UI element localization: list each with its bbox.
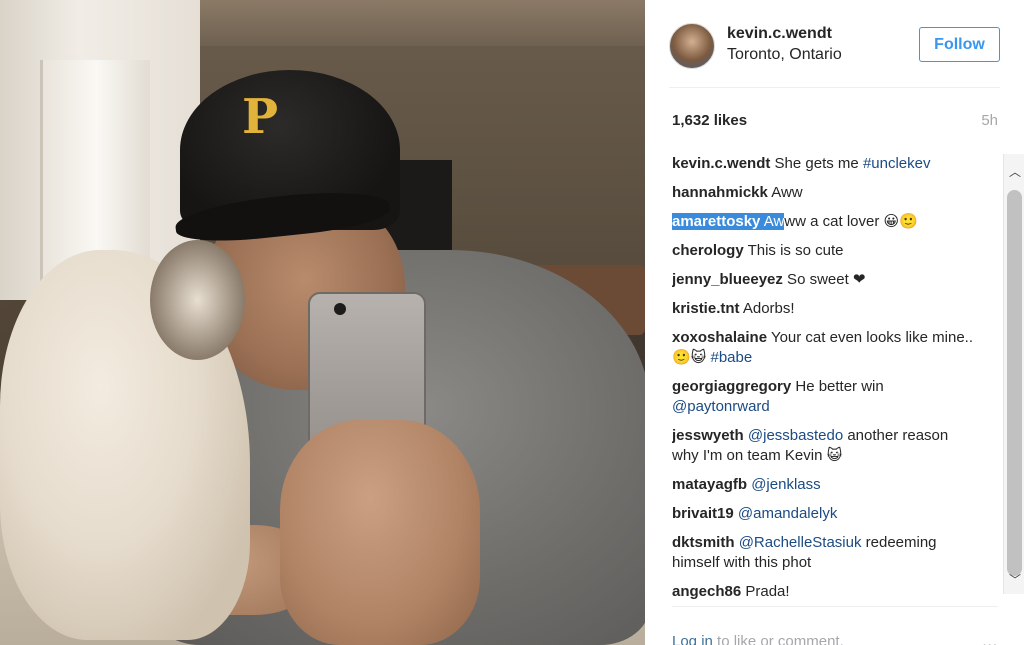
comment-item: angech86 Prada! (672, 582, 978, 602)
follow-button[interactable]: Follow (919, 27, 1000, 62)
hashtag-link[interactable]: #babe (710, 349, 752, 366)
comment-item: kristie.tnt Adorbs! (672, 299, 978, 319)
post-stats: 1,632 likes 5h (672, 112, 998, 134)
comment-scrollbar[interactable]: ︿ ﹀ (1003, 154, 1024, 594)
photo-ceiling-trim (140, 0, 645, 46)
comment-username[interactable]: cherology (672, 242, 744, 259)
photo-cat-head (150, 240, 245, 360)
login-prompt: Log in to like or comment. (672, 633, 844, 645)
comment-text: He better win (791, 378, 884, 395)
hashtag-link[interactable]: #unclekev (863, 155, 931, 172)
mention-link[interactable]: @jenklass (751, 476, 820, 493)
comment-text: This is so cute (743, 242, 844, 259)
scrollbar-thumb[interactable] (1007, 190, 1022, 576)
comment-username[interactable]: amarettosky (672, 213, 761, 230)
comment-username[interactable]: angech86 (672, 583, 741, 600)
comment-item: dktsmith @RachelleStasiuk redeeming hims… (672, 533, 978, 573)
comment-text: She gets me (770, 155, 863, 172)
more-dots-icon[interactable]: ... (982, 633, 998, 645)
comment-text: So sweet ❤ (782, 271, 866, 288)
login-link[interactable]: Log in (672, 633, 713, 645)
comment-username[interactable]: dktsmith (672, 534, 735, 551)
chevron-down-icon[interactable]: ﹀ (1009, 574, 1021, 586)
mention-link[interactable]: @jessbastedo (748, 427, 843, 444)
post-sidebar: kevin.c.wendt Toronto, Ontario Follow 1,… (645, 0, 1024, 645)
comment-item: cherology This is so cute (672, 241, 978, 261)
comment-item: jenny_blueeyez So sweet ❤ (672, 270, 978, 290)
comment-item: xoxoshalaine Your cat even looks like mi… (672, 328, 978, 368)
comment-text: Prada! (741, 583, 790, 600)
comment-username[interactable]: xoxoshalaine (672, 329, 767, 346)
comment-text: ww a cat lover 😀🙂 (784, 213, 918, 230)
login-prompt-text: to like or comment. (712, 633, 844, 645)
comment-username[interactable]: jenny_blueeyez (672, 271, 783, 288)
likes-count[interactable]: 1,632 likes (672, 112, 747, 129)
comment-username[interactable]: kevin.c.wendt (672, 155, 770, 172)
comment-item: matayagfb @jenklass (672, 475, 978, 495)
avatar[interactable] (669, 23, 715, 69)
mention-link[interactable]: @amandalelyk (738, 505, 837, 522)
comment-username[interactable]: hannahmickk (672, 184, 768, 201)
post-header: kevin.c.wendt Toronto, Ontario Follow (669, 20, 1000, 88)
comment-list: kevin.c.wendt She gets me #unclekev hanna… (672, 154, 978, 602)
mention-link[interactable]: @paytonrward (672, 398, 770, 415)
comment-username[interactable]: brivait19 (672, 505, 734, 522)
photo-cap-logo: P (241, 89, 279, 145)
post-time[interactable]: 5h (981, 112, 998, 129)
comment-username[interactable]: kristie.tnt (672, 300, 740, 317)
mention-link[interactable]: @RachelleStasiuk (739, 534, 862, 551)
comment-text: Adorbs! (739, 300, 795, 317)
comment-item: jesswyeth @jessbastedo another reason wh… (672, 426, 978, 466)
comment-item: kevin.c.wendt She gets me #unclekev (672, 154, 978, 174)
comment-item: amarettosky Awww a cat lover 😀🙂 (672, 212, 978, 232)
chevron-up-icon[interactable]: ︿ (1009, 166, 1021, 178)
comment-username[interactable]: georgiaggregory (672, 378, 791, 395)
location[interactable]: Toronto, Ontario (727, 46, 842, 64)
comment-item: hannahmickk Aww (672, 183, 978, 203)
photo-phone-lens (334, 303, 346, 315)
selected-text: Aw (760, 213, 785, 230)
comment-item: georgiaggregory He better win @paytonrwa… (672, 377, 978, 417)
username[interactable]: kevin.c.wendt (727, 25, 832, 43)
comment-username[interactable]: jesswyeth (672, 427, 744, 444)
post-photo[interactable]: P (0, 0, 645, 645)
comment-item: brivait19 @amandalelyk (672, 504, 978, 524)
photo-hand (280, 420, 480, 645)
footer-divider (672, 606, 998, 607)
comment-username[interactable]: matayagfb (672, 476, 747, 493)
comment-text: Aww (767, 184, 803, 201)
